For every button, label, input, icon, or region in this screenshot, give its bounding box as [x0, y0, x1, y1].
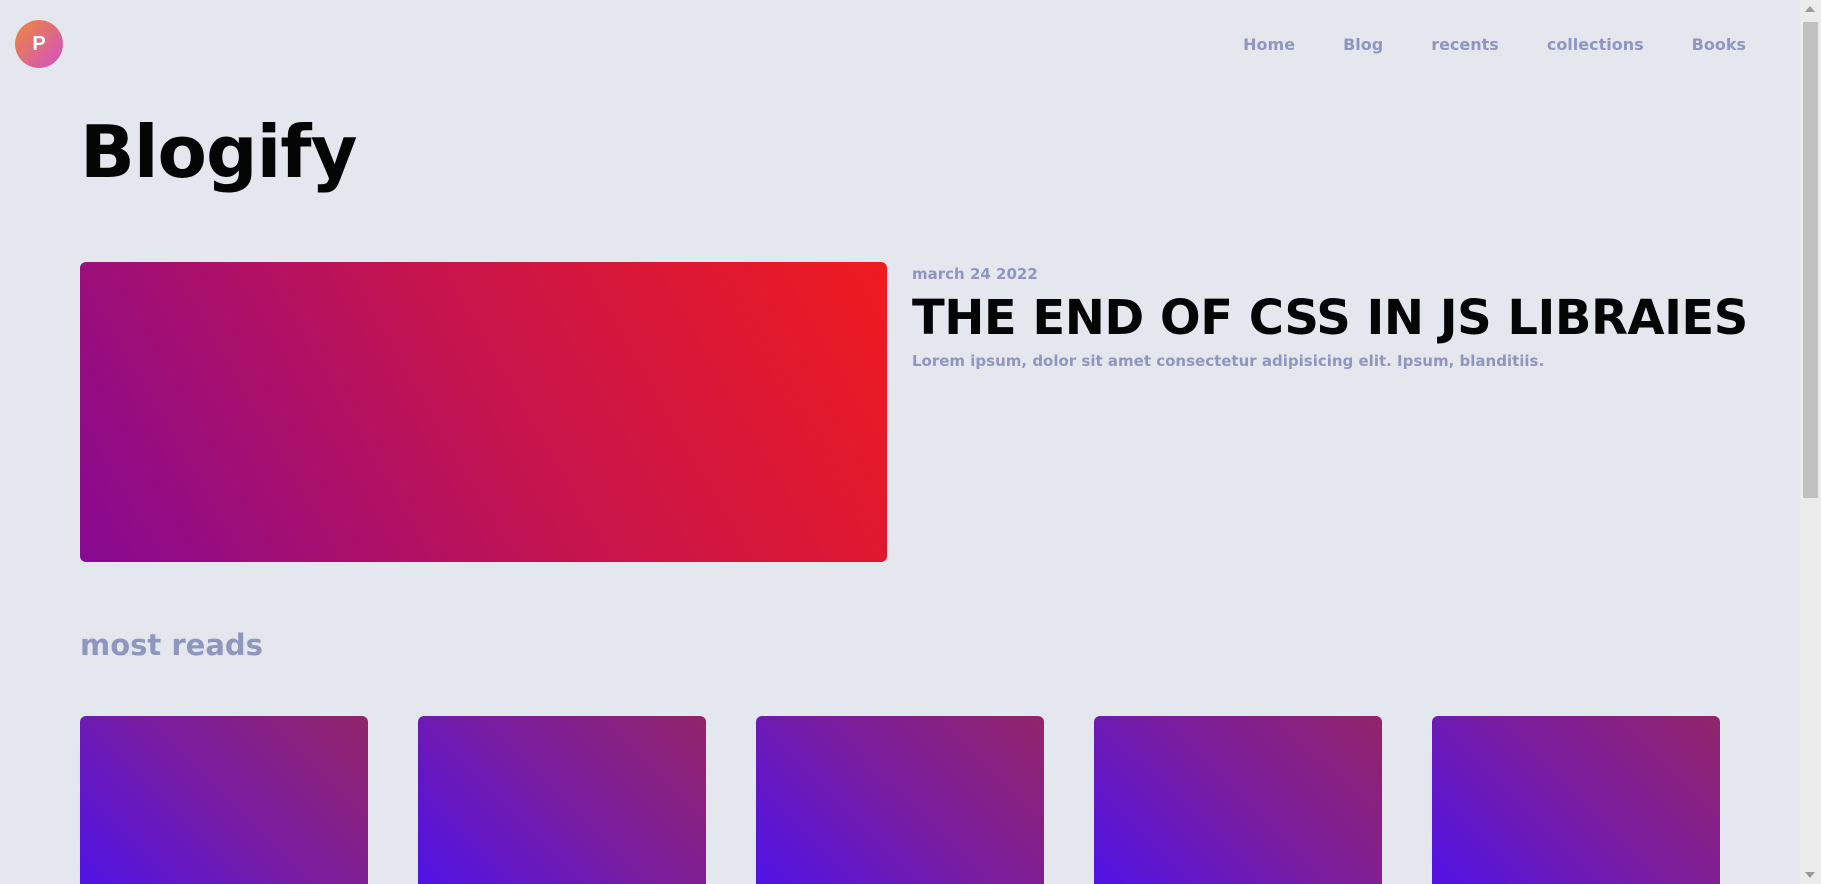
- nav-recents[interactable]: recents: [1431, 35, 1499, 54]
- most-reads-title: most reads: [80, 628, 263, 662]
- site-title: Blogify: [80, 110, 357, 194]
- logo-letter: P: [32, 32, 46, 55]
- vertical-scrollbar[interactable]: [1800, 0, 1821, 884]
- most-reads-card[interactable]: [80, 716, 368, 884]
- hero-excerpt: Lorem ipsum, dolor sit amet consectetur …: [912, 352, 1545, 370]
- most-reads-card[interactable]: [1432, 716, 1720, 884]
- nav-blog[interactable]: Blog: [1343, 35, 1383, 54]
- nav-collections[interactable]: collections: [1547, 35, 1644, 54]
- page: P Home Blog recents collections Books Bl…: [0, 0, 1821, 884]
- most-reads-card[interactable]: [1094, 716, 1382, 884]
- most-reads-card[interactable]: [756, 716, 1044, 884]
- hero-image[interactable]: [80, 262, 887, 562]
- hero-title[interactable]: THE END OF CSS IN JS LIBRAIES: [912, 290, 1748, 346]
- scroll-up-icon[interactable]: [1805, 6, 1815, 12]
- scrollbar-thumb[interactable]: [1803, 22, 1818, 498]
- main-nav: Home Blog recents collections Books: [1243, 35, 1746, 54]
- hero-date: march 24 2022: [912, 265, 1038, 283]
- nav-home[interactable]: Home: [1243, 35, 1295, 54]
- most-reads-card[interactable]: [418, 716, 706, 884]
- scroll-down-icon[interactable]: [1805, 872, 1815, 878]
- logo-avatar[interactable]: P: [15, 20, 63, 68]
- most-reads-cards: [80, 716, 1720, 884]
- nav-books[interactable]: Books: [1692, 35, 1746, 54]
